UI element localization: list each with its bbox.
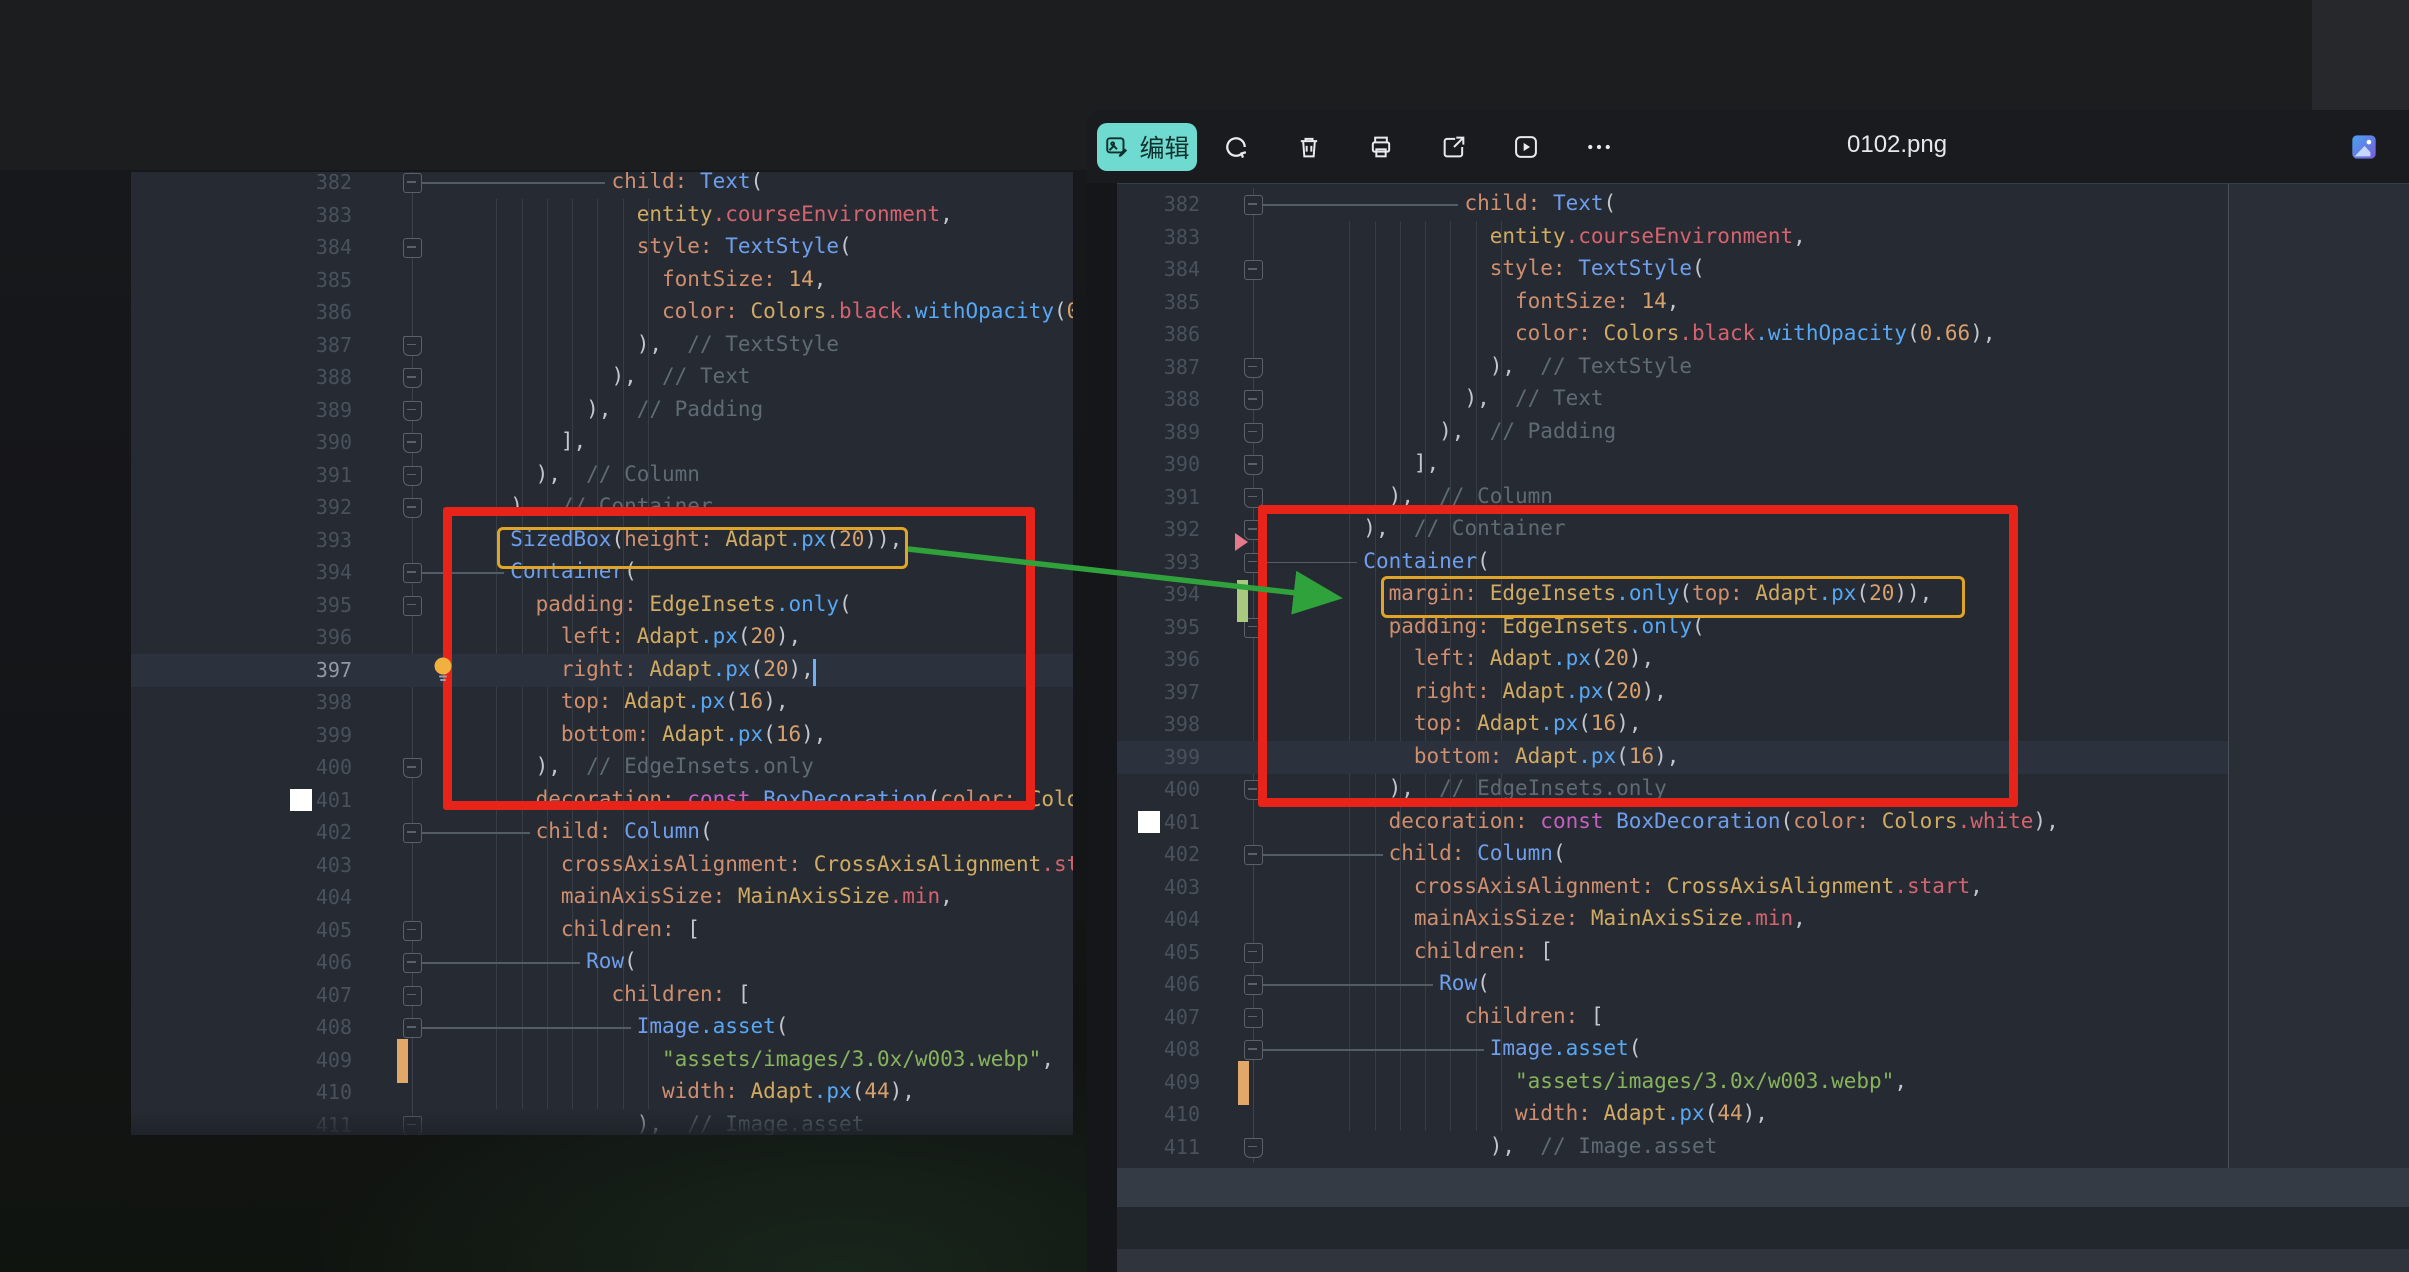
desktop-screenshot: 382 child: Text(383 entity.courseEnviron… bbox=[0, 0, 2409, 1272]
lightbulb-icon[interactable] bbox=[430, 655, 456, 685]
green-arrow bbox=[0, 0, 2409, 1272]
text-cursor bbox=[813, 659, 816, 686]
